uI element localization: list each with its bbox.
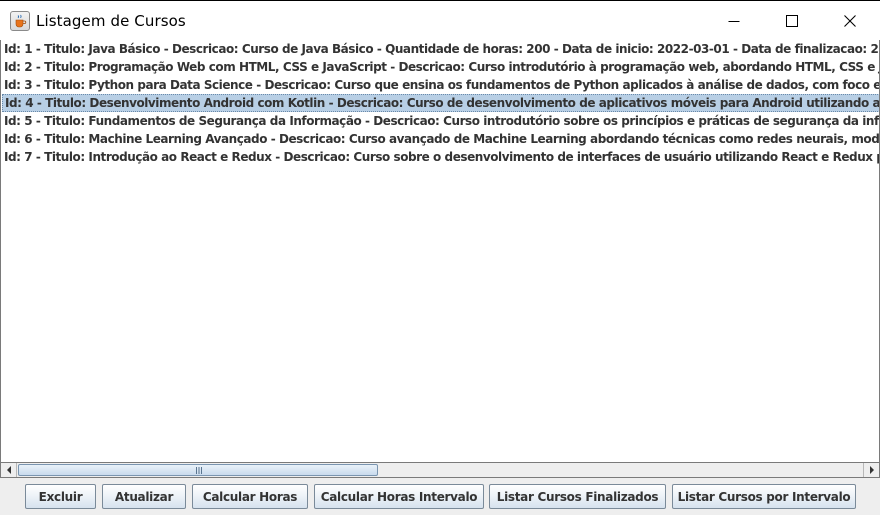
grip-icon — [196, 467, 202, 474]
list-item[interactable]: Id: 3 - Titulo: Python para Data Science… — [2, 76, 879, 94]
calcular-horas-intervalo-button[interactable]: Calcular Horas Intervalo — [314, 484, 484, 509]
listar-cursos-finalizados-button[interactable]: Listar Cursos Finalizados — [489, 484, 666, 509]
scroll-right-button[interactable] — [863, 463, 879, 477]
arrow-left-icon — [6, 466, 11, 474]
list-item[interactable]: Id: 7 - Titulo: Introdução ao React e Re… — [2, 148, 879, 166]
scroll-left-button[interactable] — [1, 463, 17, 477]
calcular-horas-button[interactable]: Calcular Horas — [192, 484, 308, 509]
button-panel: Excluir Atualizar Calcular Horas Calcula… — [0, 478, 880, 515]
scroll-thumb[interactable] — [18, 464, 378, 476]
list-item[interactable]: Id: 5 - Titulo: Fundamentos de Segurança… — [2, 112, 879, 130]
course-list[interactable]: Id: 1 - Titulo: Java Básico - Descricao:… — [0, 40, 880, 462]
horizontal-scrollbar[interactable] — [0, 462, 880, 478]
arrow-right-icon — [869, 466, 874, 474]
close-icon — [844, 15, 856, 27]
close-button[interactable] — [821, 1, 879, 41]
minimize-icon — [728, 21, 740, 22]
title-bar: Listagem de Cursos — [0, 0, 880, 40]
listar-cursos-por-intervalo-button[interactable]: Listar Cursos por Intervalo — [672, 484, 856, 509]
java-coffee-cup-icon — [10, 11, 30, 31]
maximize-button[interactable] — [763, 1, 821, 41]
list-item[interactable]: Id: 1 - Titulo: Java Básico - Descricao:… — [2, 40, 879, 58]
atualizar-button[interactable]: Atualizar — [102, 484, 186, 509]
list-item-selected[interactable]: Id: 4 - Titulo: Desenvolvimento Android … — [2, 94, 879, 112]
list-item[interactable]: Id: 2 - Titulo: Programação Web com HTML… — [2, 58, 879, 76]
list-item[interactable]: Id: 6 - Titulo: Machine Learning Avançad… — [2, 130, 879, 148]
window-title: Listagem de Cursos — [36, 12, 186, 30]
excluir-button[interactable]: Excluir — [25, 484, 96, 509]
minimize-button[interactable] — [705, 1, 763, 41]
maximize-icon — [786, 15, 798, 27]
